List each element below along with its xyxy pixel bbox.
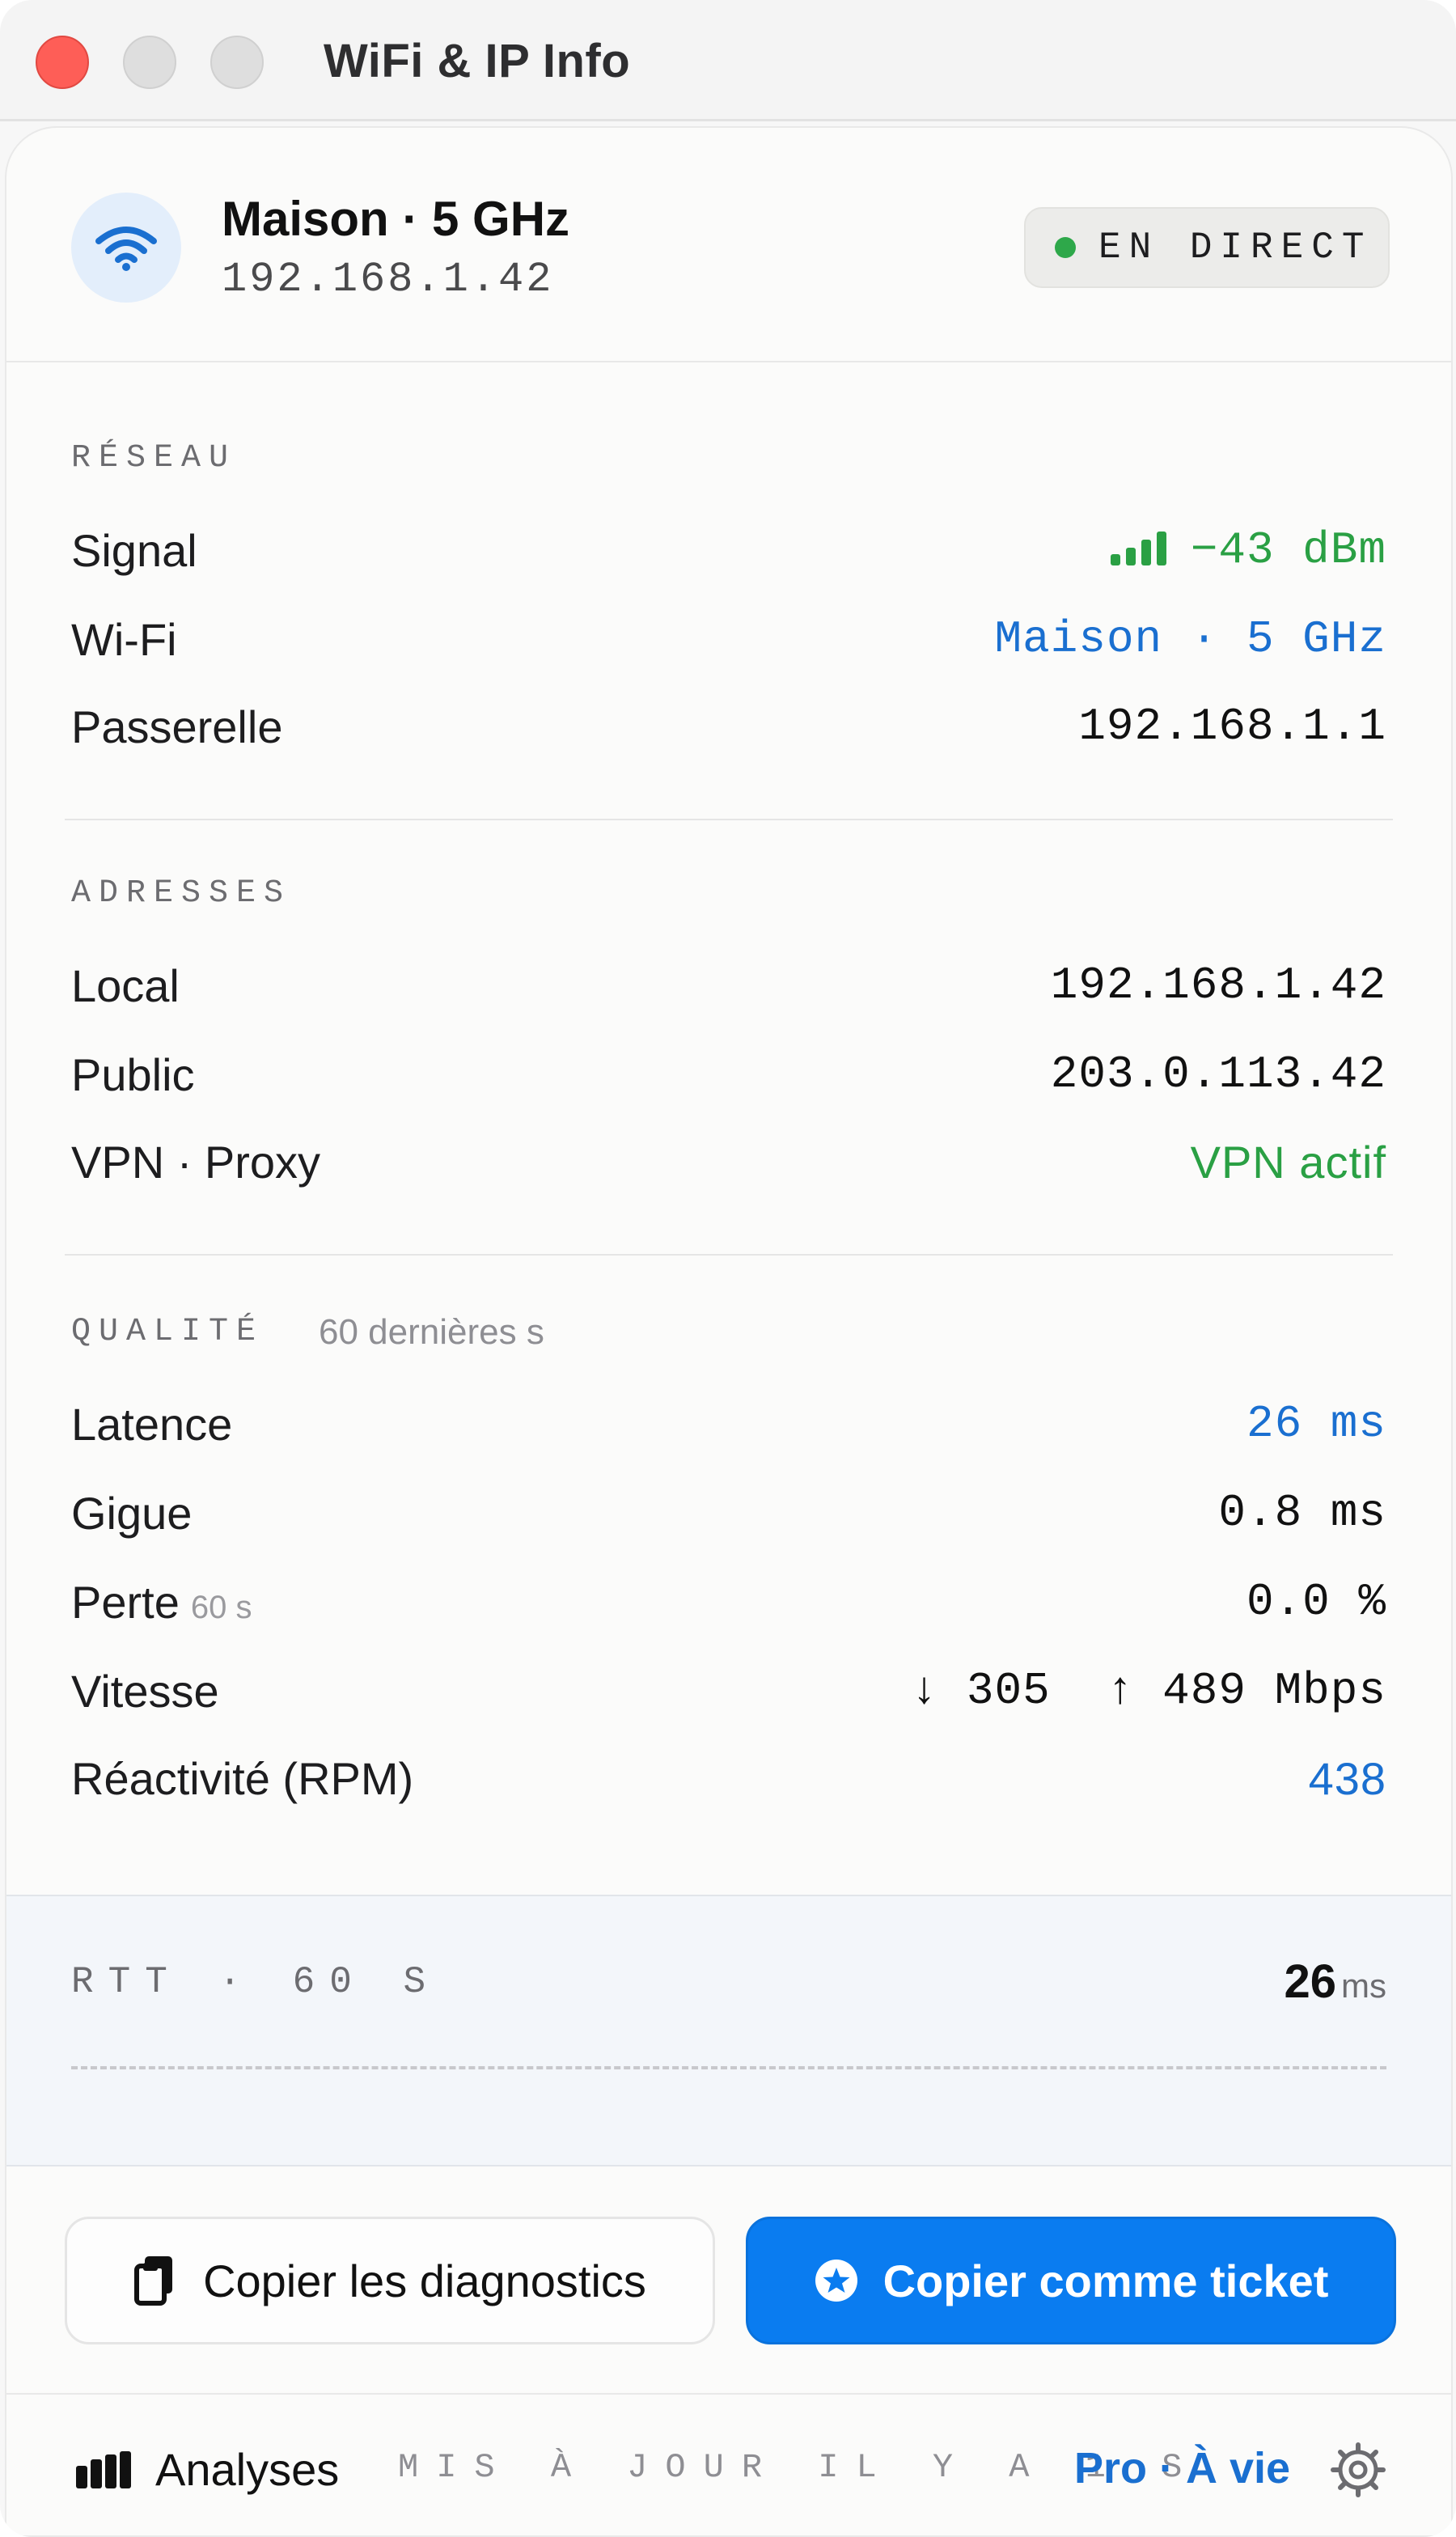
row-latency: Latence 26 ms <box>71 1391 1386 1456</box>
row-label: Réactivité (RPM) <box>71 1753 414 1804</box>
row-value: 192.168.1.1 <box>1078 701 1386 752</box>
row-label: VPN · Proxy <box>71 1137 321 1188</box>
row-value: 438 <box>1308 1753 1386 1804</box>
row-value: −43 dBm <box>1110 524 1386 576</box>
section-title-adresses: ADRESSES <box>71 875 292 912</box>
row-value: 26 ms <box>1246 1398 1386 1450</box>
network-header: Maison · 5 GHz 192.168.1.42 EN DIRECT <box>6 128 1451 362</box>
row-value: 192.168.1.42 <box>1050 959 1386 1011</box>
row-public-ip: Public 203.0.113.42 <box>71 1042 1386 1107</box>
wifi-icon <box>71 193 181 303</box>
row-local-ip: Local 192.168.1.42 <box>71 953 1386 1018</box>
divider <box>65 819 1393 820</box>
signal-value: −43 dBm <box>1190 524 1386 576</box>
info-panel: Maison · 5 GHz 192.168.1.42 EN DIRECT RÉ… <box>5 126 1453 2537</box>
footer: Analyses MIS À JOUR IL Y A 1 S Pro · À v… <box>6 2393 1451 2535</box>
copy-diagnostics-button[interactable]: Copier les diagnostics <box>65 2217 715 2344</box>
section-subtitle-qualite: 60 dernières s <box>319 1312 544 1352</box>
section-title-reseau: RÉSEAU <box>71 440 237 476</box>
row-sublabel: 60 s <box>190 1590 252 1625</box>
live-status-badge: EN DIRECT <box>1024 207 1390 288</box>
row-value: 0.8 ms <box>1218 1487 1386 1539</box>
row-label: Latence <box>71 1399 233 1450</box>
rtt-baseline <box>71 2066 1386 2069</box>
bar-chart-icon <box>76 2450 131 2488</box>
rtt-graph: RTT · 60 S 26 ms <box>6 1895 1451 2166</box>
network-ip: 192.168.1.42 <box>222 256 554 303</box>
row-label: Local <box>71 960 180 1011</box>
row-vpn-proxy: VPN · Proxy VPN actif <box>71 1129 1386 1194</box>
row-packet-loss: Perte 60 s 0.0 % <box>71 1569 1386 1634</box>
divider <box>65 1254 1393 1256</box>
row-label: Vitesse <box>71 1666 219 1717</box>
title-bar: WiFi & IP Info <box>0 0 1456 121</box>
section-title-qualite: QUALITÉ <box>71 1314 265 1350</box>
copy-ticket-button[interactable]: Copier comme ticket <box>746 2217 1396 2344</box>
row-label: Gigue <box>71 1488 193 1539</box>
row-jitter: Gigue 0.8 ms <box>71 1480 1386 1545</box>
clipboard-icon <box>133 2255 179 2306</box>
window-title: WiFi & IP Info <box>324 35 631 87</box>
analyses-label: Analyses <box>155 2444 340 2495</box>
row-label: Public <box>71 1049 195 1100</box>
live-status-label: EN DIRECT <box>1098 227 1373 269</box>
rtt-value: 26 ms <box>1284 1955 1386 2008</box>
copy-diagnostics-label: Copier les diagnostics <box>203 2255 646 2306</box>
row-wifi: Wi-Fi Maison · 5 GHz <box>71 607 1386 671</box>
row-value: ↓ 305 ↑ 489 Mbps <box>910 1665 1386 1717</box>
star-badge-icon <box>814 2258 859 2303</box>
rtt-title: RTT · 60 S <box>71 1961 441 2003</box>
close-window-button[interactable] <box>36 36 89 89</box>
zoom-window-button[interactable] <box>210 36 264 89</box>
row-signal: Signal −43 dBm <box>71 518 1386 582</box>
minimize-window-button[interactable] <box>123 36 176 89</box>
app-window: WiFi & IP Info Maison · 5 GHz 192.168.1.… <box>0 0 1456 2537</box>
row-value: 0.0 % <box>1246 1576 1386 1628</box>
row-value: VPN actif <box>1190 1137 1386 1188</box>
analyses-button[interactable]: Analyses <box>76 2443 339 2496</box>
plan-link[interactable]: Pro · À vie <box>1074 2443 1290 2493</box>
gear-icon[interactable] <box>1330 2442 1386 2498</box>
row-label: Wi-Fi <box>71 614 177 665</box>
signal-bars-icon <box>1110 528 1166 565</box>
network-name: Maison · 5 GHz <box>222 192 570 246</box>
row-value: 203.0.113.42 <box>1050 1048 1386 1100</box>
row-gateway: Passerelle 192.168.1.1 <box>71 694 1386 759</box>
copy-ticket-label: Copier comme ticket <box>882 2255 1329 2306</box>
live-dot-icon <box>1055 237 1076 258</box>
row-label: Perte 60 s <box>71 1577 252 1628</box>
row-responsiveness: Réactivité (RPM) 438 <box>71 1746 1386 1811</box>
rtt-unit: ms <box>1341 1967 1386 2005</box>
row-label: Passerelle <box>71 701 283 752</box>
row-label: Signal <box>71 525 197 576</box>
wifi-link[interactable]: Maison · 5 GHz <box>995 613 1386 665</box>
row-speed: Vitesse ↓ 305 ↑ 489 Mbps <box>71 1658 1386 1723</box>
